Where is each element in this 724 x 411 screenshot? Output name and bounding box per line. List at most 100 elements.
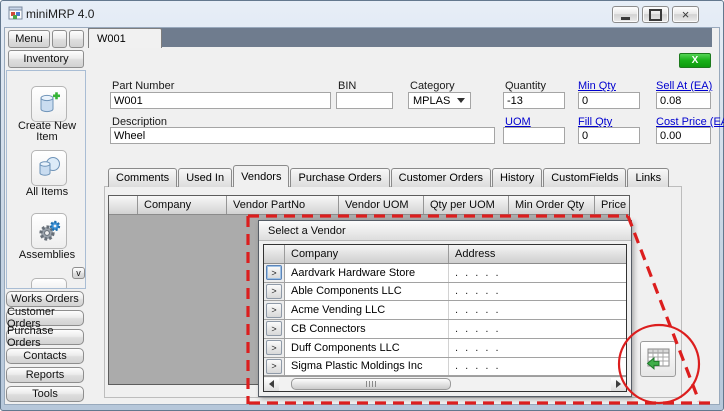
- works-orders-label: Works Orders: [11, 293, 79, 305]
- minimrp-window: miniMRP 4.0 × Menu Inventory Create New …: [0, 0, 724, 411]
- vendor-col-address: Address: [449, 245, 626, 263]
- vendor-company: Able Components LLC: [285, 283, 449, 301]
- vendors-grid-header: Company Vendor PartNo Vendor UOM Qty per…: [109, 196, 629, 215]
- close-button[interactable]: ×: [672, 6, 699, 23]
- row-select-button[interactable]: >: [266, 359, 282, 374]
- row-select-button[interactable]: >: [266, 303, 282, 318]
- tab-purchase-orders[interactable]: Purchase Orders: [290, 168, 389, 187]
- scrollbar-grip-icon: [366, 381, 376, 387]
- select-vendor-header: Company Address: [264, 245, 626, 264]
- row-selector-cell: >: [264, 283, 285, 301]
- chevron-right-icon: >: [271, 361, 276, 371]
- sidebar-item-contacts[interactable]: Contacts: [6, 348, 84, 364]
- sidebar-item-customer-orders[interactable]: Customer Orders: [6, 310, 84, 326]
- row-selector-cell: >: [264, 339, 285, 357]
- tab-history[interactable]: History: [492, 168, 542, 187]
- sell-at-link[interactable]: Sell At (EA): [656, 80, 712, 92]
- description-input[interactable]: [110, 127, 495, 144]
- all-items-button[interactable]: [31, 150, 67, 186]
- vendor-company: CB Connectors: [285, 320, 449, 338]
- tab-vendors-label: Vendors: [241, 171, 281, 183]
- row-selector-cell: >: [264, 301, 285, 319]
- sidebar-small-button-1[interactable]: [52, 30, 67, 48]
- vendor-row-duff[interactable]: > Duff Components LLC . . . . .: [264, 339, 626, 358]
- inventory-button[interactable]: Inventory: [8, 50, 84, 68]
- sidebar-item-works-orders[interactable]: Works Orders: [6, 291, 84, 307]
- tab-vendors[interactable]: Vendors: [233, 165, 289, 187]
- row-select-button[interactable]: >: [266, 340, 282, 355]
- select-vendor-grid: Company Address > Aardvark Hardware Stor…: [263, 244, 627, 392]
- horizontal-scrollbar[interactable]: [264, 376, 626, 391]
- tab-used-in[interactable]: Used In: [178, 168, 232, 187]
- inventory-button-label: Inventory: [23, 53, 68, 65]
- vendors-col-min-order-qty: Min Order Qty: [509, 196, 595, 214]
- scroll-left-button[interactable]: [264, 378, 279, 391]
- category-dropdown[interactable]: MPLAS: [408, 92, 471, 109]
- scroll-right-icon: [616, 380, 621, 388]
- row-select-button[interactable]: >: [266, 265, 282, 280]
- all-items-label: All Items: [7, 187, 86, 198]
- assemblies-button[interactable]: [31, 213, 67, 249]
- part-number-input[interactable]: [110, 92, 331, 109]
- chevron-right-icon: >: [271, 343, 276, 353]
- pick-from-grid-button[interactable]: [640, 341, 676, 377]
- maximize-button[interactable]: [642, 6, 669, 23]
- create-new-item-icon: [36, 91, 62, 117]
- scrollbar-thumb[interactable]: [291, 378, 451, 390]
- min-qty-input[interactable]: [578, 92, 640, 109]
- sell-at-input[interactable]: [656, 92, 711, 109]
- document-tab-strip: [88, 28, 712, 47]
- sidebar-item-reports[interactable]: Reports: [6, 367, 84, 383]
- create-new-item-button[interactable]: [31, 86, 67, 122]
- part-number-label: Part Number: [112, 80, 174, 92]
- menu-button[interactable]: Menu: [8, 30, 50, 48]
- row-select-button[interactable]: >: [266, 284, 282, 299]
- vendor-col-selector: [264, 245, 285, 263]
- row-selector-cell: >: [264, 320, 285, 338]
- close-item-button[interactable]: X: [679, 53, 711, 68]
- vendor-row-cb[interactable]: > CB Connectors . . . . .: [264, 320, 626, 339]
- tool-panel-scroll-down-button[interactable]: v: [72, 267, 85, 279]
- fill-qty-input[interactable]: [578, 127, 640, 144]
- tab-links[interactable]: Links: [627, 168, 669, 187]
- sidebar-item-purchase-orders[interactable]: Purchase Orders: [6, 329, 84, 345]
- vendors-col-partno: Vendor PartNo: [227, 196, 339, 214]
- tab-customfields[interactable]: CustomFields: [543, 168, 626, 187]
- tab-customer-orders[interactable]: Customer Orders: [391, 168, 491, 187]
- vendor-address: . . . . .: [449, 264, 626, 282]
- vendor-row-sigma[interactable]: > Sigma Plastic Moldings Inc . . . . .: [264, 358, 626, 377]
- min-qty-link[interactable]: Min Qty: [578, 80, 616, 92]
- vendor-row-acme[interactable]: > Acme Vending LLC . . . . .: [264, 301, 626, 320]
- row-select-button[interactable]: >: [266, 321, 282, 336]
- grid-import-icon: [644, 345, 672, 373]
- vendor-address: . . . . .: [449, 358, 626, 376]
- cost-price-input[interactable]: [656, 127, 711, 144]
- quantity-input[interactable]: [503, 92, 565, 109]
- window-title: miniMRP 4.0: [26, 7, 94, 21]
- tab-customfields-label: CustomFields: [551, 172, 618, 184]
- vendor-company: Acme Vending LLC: [285, 301, 449, 319]
- vendor-company: Sigma Plastic Moldings Inc: [285, 358, 449, 376]
- vendor-address: . . . . .: [449, 301, 626, 319]
- tab-history-label: History: [500, 172, 534, 184]
- scroll-right-button[interactable]: [611, 378, 626, 391]
- app-icon: [8, 6, 24, 22]
- tools-label: Tools: [32, 388, 58, 400]
- tab-comments[interactable]: Comments: [108, 168, 177, 187]
- document-tab-w001[interactable]: W001: [88, 28, 162, 48]
- menu-button-label: Menu: [15, 33, 43, 45]
- sidebar-item-tools[interactable]: Tools: [6, 386, 84, 402]
- close-item-x: X: [692, 55, 699, 66]
- vendor-row-aardvark[interactable]: > Aardvark Hardware Store . . . . .: [264, 264, 626, 283]
- vendor-row-able[interactable]: > Able Components LLC . . . . .: [264, 283, 626, 302]
- vendor-col-company: Company: [285, 245, 449, 263]
- vendor-address: . . . . .: [449, 339, 626, 357]
- contacts-label: Contacts: [23, 350, 66, 362]
- bin-input[interactable]: [336, 92, 393, 109]
- sidebar-small-button-2[interactable]: [69, 30, 84, 48]
- scroll-down-glyph: v: [76, 268, 81, 278]
- clipped-tool-button[interactable]: [31, 278, 67, 289]
- minimize-button[interactable]: [612, 6, 639, 23]
- uom-input[interactable]: [503, 127, 565, 144]
- tab-used-in-label: Used In: [186, 172, 224, 184]
